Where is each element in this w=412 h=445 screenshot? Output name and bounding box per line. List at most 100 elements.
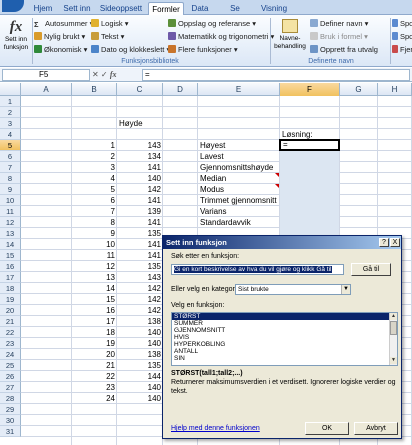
column-header-g[interactable]: G bbox=[340, 83, 378, 96]
tab-visning[interactable]: Visning bbox=[258, 2, 290, 15]
height-cell[interactable]: 138 bbox=[119, 316, 161, 327]
function-item[interactable]: SUMMER bbox=[172, 320, 397, 327]
height-cell[interactable]: 141 bbox=[119, 195, 161, 206]
close-button[interactable]: X bbox=[390, 238, 400, 247]
height-cell[interactable]: 143 bbox=[119, 272, 161, 283]
trace-precedents-button[interactable]: Spo bbox=[392, 18, 412, 29]
row-header[interactable]: 5 bbox=[0, 140, 21, 151]
row-header[interactable]: 4 bbox=[0, 129, 21, 140]
date-time-button[interactable]: Dato og klokkeslett ▾ bbox=[91, 44, 170, 55]
index-cell[interactable]: 14 bbox=[74, 283, 115, 294]
scroll-thumb[interactable] bbox=[390, 321, 397, 335]
height-cell[interactable]: 141 bbox=[119, 250, 161, 261]
index-cell[interactable]: 23 bbox=[74, 382, 115, 393]
stat-label[interactable]: Trimmet gjennomsnitt bbox=[200, 195, 300, 206]
stat-label[interactable]: Modus bbox=[200, 184, 300, 195]
height-cell[interactable]: 140 bbox=[119, 327, 161, 338]
function-item[interactable]: ANTALL bbox=[172, 348, 397, 355]
row-header[interactable]: 3 bbox=[0, 118, 21, 129]
column-header-h[interactable]: H bbox=[378, 83, 412, 96]
index-cell[interactable]: 13 bbox=[74, 272, 115, 283]
index-cell[interactable]: 11 bbox=[74, 250, 115, 261]
row-header[interactable]: 23 bbox=[0, 338, 21, 349]
remove-arrows-button[interactable]: Fjer bbox=[392, 44, 412, 55]
height-cell[interactable]: 142 bbox=[119, 184, 161, 195]
index-cell[interactable]: 15 bbox=[74, 294, 115, 305]
height-cell[interactable]: 141 bbox=[119, 162, 161, 173]
height-cell[interactable]: 139 bbox=[119, 206, 161, 217]
tab-hjem[interactable]: Hjem bbox=[30, 2, 56, 15]
row-header[interactable]: 18 bbox=[0, 283, 21, 294]
row-header[interactable]: 8 bbox=[0, 173, 21, 184]
row-header[interactable]: 1 bbox=[0, 96, 21, 107]
tab-sideoppsett[interactable]: Sideoppsett bbox=[98, 2, 144, 15]
scroll-up-icon[interactable]: ▲ bbox=[390, 313, 397, 320]
row-header[interactable]: 9 bbox=[0, 184, 21, 195]
insert-function-button[interactable]: fx Sett inn funksjon bbox=[2, 18, 30, 56]
trace-dependents-button[interactable]: Spo bbox=[392, 31, 412, 42]
height-cell[interactable]: 141 bbox=[119, 217, 161, 228]
height-cell[interactable]: 142 bbox=[119, 283, 161, 294]
tab-se-gjennom[interactable]: Se gjennom bbox=[216, 2, 254, 26]
row-header[interactable]: 31 bbox=[0, 426, 21, 437]
index-cell[interactable]: 17 bbox=[74, 316, 115, 327]
row-header[interactable]: 20 bbox=[0, 305, 21, 316]
cancel-button[interactable]: Avbryt bbox=[354, 422, 398, 435]
use-in-formula-button[interactable]: Bruk i formel ▾ bbox=[310, 31, 368, 42]
stat-label[interactable]: Gjennomsnittshøyde bbox=[200, 162, 300, 173]
text-button[interactable]: Tekst ▾ bbox=[91, 31, 124, 42]
height-cell[interactable]: 144 bbox=[119, 371, 161, 382]
formula-input[interactable]: = bbox=[142, 69, 410, 81]
search-input[interactable]: Gi en kort beskrivelse av hva du vil gjø… bbox=[171, 264, 344, 275]
height-cell[interactable]: 140 bbox=[119, 393, 161, 404]
row-header[interactable]: 16 bbox=[0, 261, 21, 272]
height-cell[interactable]: 134 bbox=[119, 151, 161, 162]
row-header[interactable]: 25 bbox=[0, 360, 21, 371]
logical-button[interactable]: Logisk ▾ bbox=[91, 18, 129, 29]
index-cell[interactable]: 3 bbox=[74, 162, 115, 173]
height-cell[interactable]: 143 bbox=[119, 140, 161, 151]
category-select[interactable]: Sist brukte ▼ bbox=[235, 284, 351, 295]
height-cell[interactable]: 140 bbox=[119, 382, 161, 393]
function-item[interactable]: HVIS bbox=[172, 334, 397, 341]
row-header[interactable]: 26 bbox=[0, 371, 21, 382]
row-header[interactable]: 14 bbox=[0, 239, 21, 250]
row-header[interactable]: 17 bbox=[0, 272, 21, 283]
index-cell[interactable]: 12 bbox=[74, 261, 115, 272]
index-cell[interactable]: 1 bbox=[74, 140, 115, 151]
tab-formler[interactable]: Formler bbox=[148, 2, 184, 15]
row-header[interactable]: 7 bbox=[0, 162, 21, 173]
height-cell[interactable]: 138 bbox=[119, 349, 161, 360]
function-item[interactable]: SIN bbox=[172, 355, 397, 362]
active-cell-f5[interactable]: = bbox=[279, 139, 340, 151]
scroll-down-icon[interactable]: ▼ bbox=[390, 357, 397, 364]
help-button[interactable]: ? bbox=[379, 238, 389, 247]
row-header[interactable]: 11 bbox=[0, 206, 21, 217]
index-cell[interactable]: 18 bbox=[74, 327, 115, 338]
help-link[interactable]: Hjelp med denne funksjonen bbox=[171, 424, 260, 433]
row-header[interactable]: 29 bbox=[0, 404, 21, 415]
height-cell[interactable]: 135 bbox=[119, 261, 161, 272]
row-header[interactable]: 27 bbox=[0, 382, 21, 393]
column-header-e[interactable]: E bbox=[198, 83, 280, 96]
office-button[interactable] bbox=[2, 0, 24, 12]
index-cell[interactable]: 16 bbox=[74, 305, 115, 316]
height-cell[interactable]: 141 bbox=[119, 239, 161, 250]
cancel-confirm-icons[interactable]: ✕ ✓ bbox=[92, 70, 108, 79]
recently-used-button[interactable]: Nylig brukt ▾ bbox=[34, 31, 85, 42]
select-all-corner[interactable] bbox=[0, 83, 21, 96]
autosum-button[interactable]: Σ Autosummer ▾ bbox=[34, 18, 93, 29]
column-header-a[interactable]: A bbox=[21, 83, 72, 96]
row-header[interactable]: 13 bbox=[0, 228, 21, 239]
index-cell[interactable]: 22 bbox=[74, 371, 115, 382]
fx-button[interactable]: fx bbox=[110, 70, 117, 79]
index-cell[interactable]: 24 bbox=[74, 393, 115, 404]
index-cell[interactable]: 19 bbox=[74, 338, 115, 349]
function-item[interactable]: HYPERKOBLING bbox=[172, 341, 397, 348]
function-list[interactable]: STØRST SUMMER GJENNOMSNITT HVIS HYPERKOBLING… bbox=[171, 312, 398, 366]
go-button[interactable]: Gå til bbox=[351, 263, 391, 276]
row-header[interactable]: 21 bbox=[0, 316, 21, 327]
index-cell[interactable]: 9 bbox=[74, 228, 115, 239]
stat-label[interactable]: Varians bbox=[200, 206, 300, 217]
row-header[interactable]: 6 bbox=[0, 151, 21, 162]
